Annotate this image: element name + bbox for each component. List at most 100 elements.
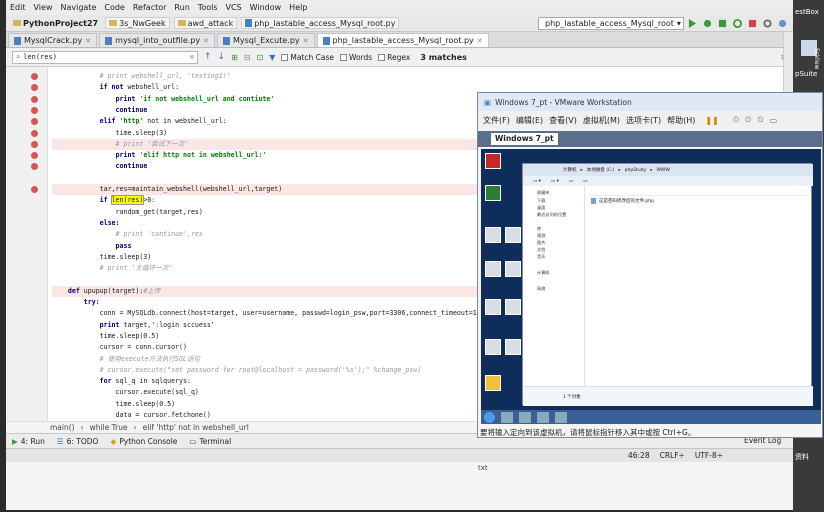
file-encoding[interactable]: UTF-8÷ [695,451,723,460]
vm-menu-edit[interactable]: 编辑(E) [516,115,543,126]
nav-item[interactable]: 图片 [537,240,545,246]
nav-item[interactable]: 下载 [537,198,545,204]
code-line[interactable]: # print webshell_url, 'testing1!' [52,71,793,82]
breakpoint-icon[interactable] [31,118,38,126]
menu-code[interactable]: Code [104,3,124,12]
stop-icon[interactable] [748,19,757,28]
tool-todo[interactable]: ☰ 6: TODO [57,437,99,446]
snapshot-revert-icon[interactable]: ⏲ [745,115,751,125]
debug-icon[interactable] [703,19,712,28]
organize-button[interactable]: ▭ ▾ [533,179,541,184]
menu-window[interactable]: Window [250,3,282,12]
remove-selection-icon[interactable]: ⊟ [244,53,251,62]
desktop-icon[interactable] [485,375,501,391]
start-button-icon[interactable] [484,411,495,423]
arrow-up-icon[interactable]: ↑ [204,52,212,62]
taskbar-app-icon[interactable] [555,411,567,423]
nav-item[interactable]: 网络 [537,286,545,292]
address-segment[interactable]: phpStudy [625,168,647,173]
menu-navigate[interactable]: Navigate [60,3,96,12]
menu-vcs[interactable]: VCS [225,3,241,12]
desktop-icon[interactable] [485,153,501,169]
tab-mysql-into-outfile[interactable]: mysql_into_outfile.py ✕ [99,33,215,47]
tab-mysql-excute[interactable]: Mysql_Excute.py ✕ [217,33,315,47]
cursor-position[interactable]: 46:28 [628,451,650,460]
close-icon[interactable]: ✕ [85,37,91,45]
breakpoint-icon[interactable] [31,129,38,137]
clear-icon[interactable]: ⊗ [190,53,194,61]
vm-menu-view[interactable]: 查看(V) [549,115,577,126]
menu-run[interactable]: Run [174,3,189,12]
words-checkbox[interactable]: Words [339,53,372,62]
taskbar-app-icon[interactable] [501,411,513,423]
nav-item[interactable]: 计算机 [537,270,550,276]
code-crumb-item[interactable]: elif 'http' not in webshell_url [143,423,249,432]
vm-menu-tabs[interactable]: 选项卡(T) [626,115,661,126]
desktop-icon[interactable] [505,299,521,315]
help-icon[interactable] [778,19,787,28]
run-icon[interactable] [688,19,697,28]
arrow-down-icon[interactable]: ↓ [218,52,226,62]
pause-icon[interactable]: ❚❚ [705,116,718,125]
address-segment[interactable]: 本地磁盘 (C:) [587,167,615,173]
desktop-icon[interactable] [485,185,501,201]
desktop-icon[interactable] [485,299,501,315]
vm-menu-help[interactable]: 帮助(H) [667,115,695,126]
nav-item[interactable]: 库 [537,226,541,232]
address-segment[interactable]: WWW [656,168,669,173]
nav-item[interactable]: 收藏夹 [537,190,550,196]
line-separator[interactable]: CRLF÷ [660,451,685,460]
tab-php-lastable[interactable]: php_lastable_access_Mysql_root.py ✕ [316,33,489,47]
address-segment[interactable]: 计算机 [563,167,577,173]
profile-icon[interactable] [733,19,742,28]
regex-checkbox[interactable]: Regex [378,53,410,62]
breadcrumb-project[interactable]: PythonProject27 [10,17,101,29]
desktop-icon[interactable] [505,339,521,355]
desktop-icon[interactable] [505,261,521,277]
menu-refactor[interactable]: Refactor [133,3,167,12]
fullscreen-icon[interactable]: ▭ [770,116,778,125]
breakpoint-icon[interactable] [31,186,38,193]
toolbar-button[interactable]: ▭ ▾ [551,179,559,184]
toolbar-button[interactable]: ▭ [569,179,573,184]
nav-item[interactable]: 桌面 [537,205,545,211]
breakpoint-icon[interactable] [31,84,38,92]
menu-help[interactable]: Help [289,3,307,12]
code-crumb-item[interactable]: while True [90,423,128,432]
file-row[interactable]: 这是密码修改后的文件.php [591,198,654,204]
settings-icon[interactable] [763,19,772,28]
taskbar-app-icon[interactable] [537,411,549,423]
vm-tab[interactable]: Windows 7_pt [491,133,558,145]
tool-terminal[interactable]: ▭ Terminal [189,437,231,446]
coverage-icon[interactable] [718,19,727,28]
editor-gutter[interactable] [6,67,48,421]
close-icon[interactable]: ✕ [477,37,483,45]
tab-mysqlcrack[interactable]: MysqlCrack.py ✕ [8,33,98,47]
tool-python-console[interactable]: ◆ Python Console [110,437,177,446]
menu-edit[interactable]: Edit [10,3,26,12]
address-bar[interactable]: 计算机 ▸ 本地磁盘 (C:) ▸ phpStudy ▸ WWW [523,164,813,176]
nav-item[interactable]: 视频 [537,233,545,239]
breadcrumb-folder[interactable]: awd_attack [173,17,238,29]
nav-item[interactable]: 音乐 [537,254,545,260]
taskbar-app-icon[interactable] [519,411,531,423]
nav-item[interactable]: 最近访问的位置 [537,212,566,218]
vm-menu-file[interactable]: 文件(F) [483,115,510,126]
vm-screen[interactable]: 计算机 ▸ 本地磁盘 (C:) ▸ phpStudy ▸ WWW ▭ ▾ ▭ ▾ ▭ ▭ 收… [481,149,821,424]
toolbar-button[interactable]: ▭ [583,179,587,184]
find-input[interactable]: ⌕ len(res) ⊗ [12,50,198,64]
desktop-icon[interactable] [485,339,501,355]
snapshot-manager-icon[interactable]: ⏲ [757,115,763,125]
breadcrumb-folder[interactable]: 3s_NwGeek [105,17,170,29]
breadcrumb-file[interactable]: php_lastable_access_Mysql_root.py [241,17,400,29]
breakpoint-icon[interactable] [31,73,38,80]
close-icon[interactable]: ✕ [203,37,209,45]
tool-run[interactable]: ▶ 4: Run [12,437,45,446]
select-all-icon[interactable]: ⊡ [257,53,264,62]
breakpoint-icon[interactable] [31,95,38,103]
close-icon[interactable]: ✕ [303,37,309,45]
run-configuration-select[interactable]: php_lastable_access_Mysql_root ▾ [538,17,684,30]
breakpoint-icon[interactable] [31,106,38,114]
filter-icon[interactable]: ▼ [269,53,275,62]
vm-menu-vm[interactable]: 虚拟机(M) [583,115,620,126]
